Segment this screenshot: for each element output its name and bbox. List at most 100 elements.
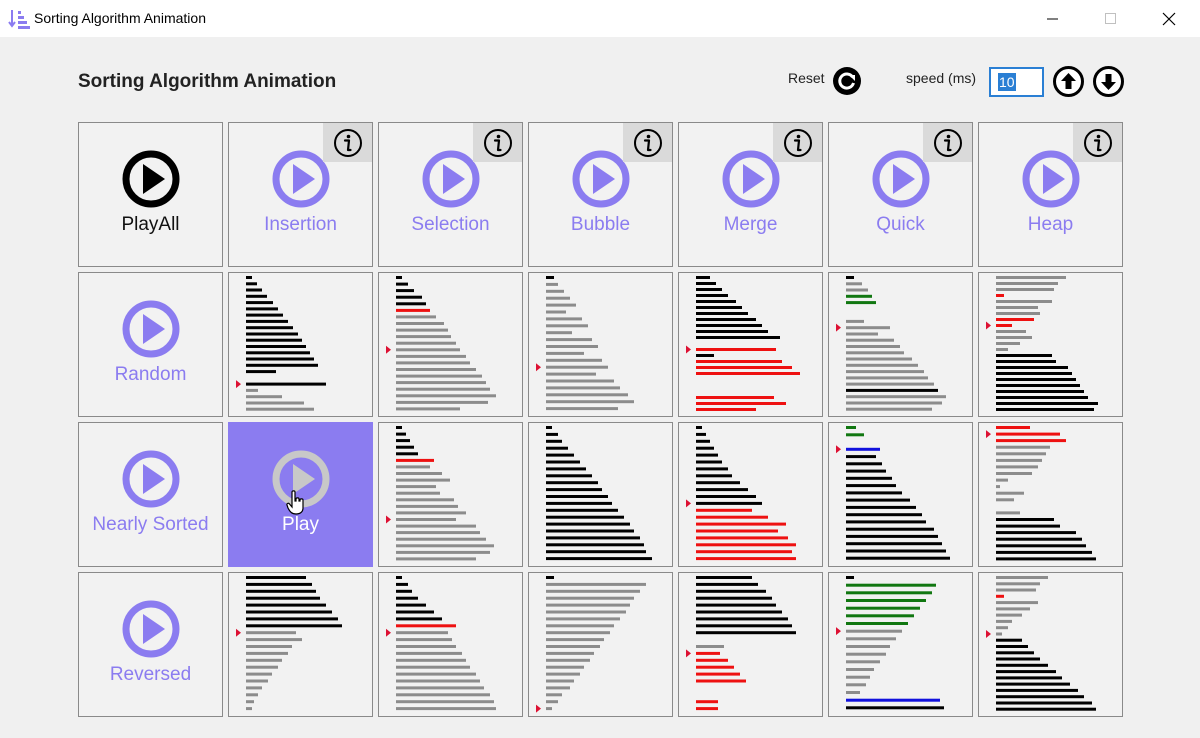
- sort-visualization[interactable]: [828, 422, 973, 567]
- algorithm-heap-button[interactable]: Heap: [978, 122, 1123, 267]
- sort-visualization[interactable]: [678, 422, 823, 567]
- sort-visualization[interactable]: [228, 572, 373, 717]
- bar: [996, 360, 1056, 363]
- bar: [996, 306, 1038, 309]
- bar: [996, 288, 1054, 291]
- info-icon: [783, 128, 812, 157]
- arrow-down-circle-icon[interactable]: [1093, 66, 1124, 97]
- cell-label: Insertion: [264, 214, 337, 235]
- sort-visualization[interactable]: [228, 272, 373, 417]
- bar: [846, 645, 890, 648]
- sort-visualization[interactable]: [978, 272, 1123, 417]
- sort-visualization[interactable]: [378, 422, 523, 567]
- sort-visualization[interactable]: [678, 572, 823, 717]
- bar: [246, 319, 288, 323]
- info-button[interactable]: [623, 123, 672, 162]
- bar: [846, 395, 946, 399]
- algorithm-selection-button[interactable]: Selection: [378, 122, 523, 267]
- close-icon: [1162, 12, 1176, 25]
- bar: [996, 348, 1008, 351]
- bar: [696, 408, 756, 411]
- play-circle-icon: [272, 450, 330, 508]
- sort-visualization[interactable]: [678, 272, 823, 417]
- bar: [696, 467, 728, 471]
- bar: [996, 544, 1086, 548]
- sort-visualization[interactable]: [828, 272, 973, 417]
- bar: [396, 557, 476, 561]
- play-button[interactable]: Play: [228, 422, 373, 567]
- dataset-random-button[interactable]: Random: [78, 272, 223, 417]
- bar: [546, 331, 572, 335]
- algorithm-bubble-button[interactable]: Bubble: [528, 122, 673, 267]
- bar: [996, 324, 1012, 327]
- bar: [396, 328, 448, 332]
- sort-visualization[interactable]: [528, 572, 673, 717]
- bar: [246, 693, 258, 697]
- arrow-up-circle-icon[interactable]: [1053, 66, 1084, 97]
- minimize-button[interactable]: [1024, 0, 1082, 37]
- bar: [846, 376, 928, 380]
- info-button[interactable]: [923, 123, 972, 162]
- speed-input[interactable]: [989, 67, 1044, 97]
- cell-label: Nearly Sorted: [92, 514, 209, 535]
- bar: [546, 310, 566, 314]
- bar: [246, 307, 278, 311]
- bar: [546, 501, 612, 505]
- bar: [546, 645, 600, 648]
- cell-label: PlayAll: [121, 214, 180, 235]
- bar: [996, 607, 1030, 611]
- dataset-nearly-sorted-button[interactable]: Nearly Sorted: [78, 422, 223, 567]
- bar: [546, 432, 558, 436]
- bar: [696, 372, 800, 375]
- bar: [846, 382, 934, 386]
- sort-visualization[interactable]: [828, 572, 973, 717]
- sort-visualization[interactable]: [978, 422, 1123, 567]
- bar: [846, 683, 866, 687]
- refresh-icon[interactable]: [832, 66, 862, 96]
- bar: [846, 407, 932, 411]
- bar: [396, 518, 456, 521]
- maximize-button[interactable]: [1082, 0, 1140, 37]
- dataset-reversed-button[interactable]: Reversed: [78, 572, 223, 717]
- sort-visualization[interactable]: [528, 272, 673, 417]
- info-button[interactable]: [473, 123, 522, 162]
- bar: [546, 603, 630, 607]
- sort-visualization[interactable]: [978, 572, 1123, 717]
- bar: [246, 658, 282, 662]
- sort-visualization[interactable]: [378, 572, 523, 717]
- bar: [396, 550, 490, 554]
- info-button[interactable]: [773, 123, 822, 162]
- bar: [396, 672, 476, 676]
- bar: [546, 610, 626, 614]
- bar: [246, 326, 293, 330]
- bar: [246, 665, 278, 669]
- bar: [846, 351, 904, 355]
- bar: [546, 495, 608, 498]
- algorithm-quick-button[interactable]: Quick: [828, 122, 973, 267]
- bar: [396, 348, 460, 352]
- bar: [846, 338, 894, 342]
- position-marker: [536, 363, 541, 372]
- sort-visualization[interactable]: [528, 422, 673, 567]
- algorithm-insertion-button[interactable]: Insertion: [228, 122, 373, 267]
- algorithm-merge-button[interactable]: Merge: [678, 122, 823, 267]
- bar: [546, 658, 590, 662]
- bar: [546, 453, 574, 457]
- bar: [996, 531, 1076, 535]
- info-button[interactable]: [1073, 123, 1122, 162]
- sort-visualization[interactable]: [378, 272, 523, 417]
- bar: [846, 345, 900, 348]
- bar: [546, 529, 634, 533]
- position-marker: [836, 323, 841, 332]
- play-all-button[interactable]: PlayAll: [78, 122, 223, 267]
- info-button[interactable]: [323, 123, 372, 162]
- info-icon: [633, 128, 662, 157]
- bar: [396, 624, 456, 628]
- play-circle-icon: [1022, 150, 1080, 208]
- bar: [996, 670, 1056, 674]
- bar: [846, 576, 854, 579]
- bar: [546, 488, 602, 492]
- position-marker: [386, 345, 391, 354]
- close-button[interactable]: [1140, 0, 1198, 37]
- bar: [396, 472, 442, 475]
